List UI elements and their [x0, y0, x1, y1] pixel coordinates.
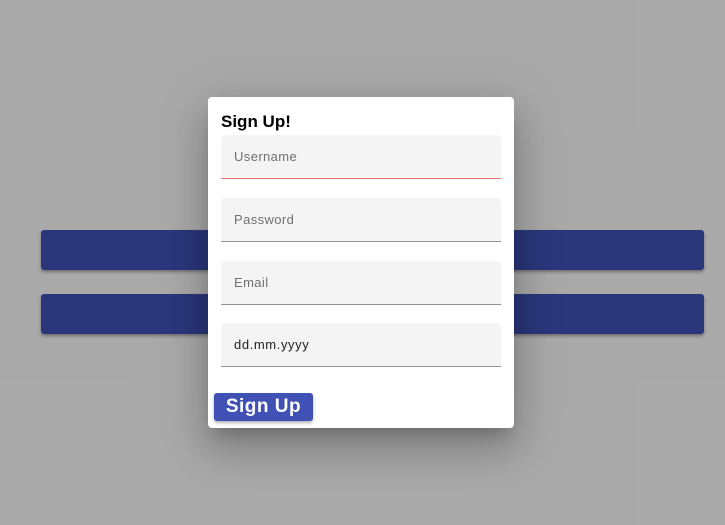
password-input[interactable]: [221, 198, 501, 241]
sign-up-button[interactable]: Sign Up: [214, 393, 313, 421]
date-field[interactable]: dd.mm.yyyy: [221, 323, 501, 367]
username-input[interactable]: [221, 135, 501, 178]
email-input[interactable]: [221, 261, 501, 304]
signup-dialog: Sign Up! dd.mm.yyyy Sign Up: [208, 97, 514, 428]
username-field[interactable]: [221, 135, 501, 179]
dialog-title: Sign Up!: [221, 112, 291, 131]
date-input[interactable]: dd.mm.yyyy: [234, 323, 309, 367]
email-field[interactable]: [221, 261, 501, 305]
password-field[interactable]: [221, 198, 501, 242]
